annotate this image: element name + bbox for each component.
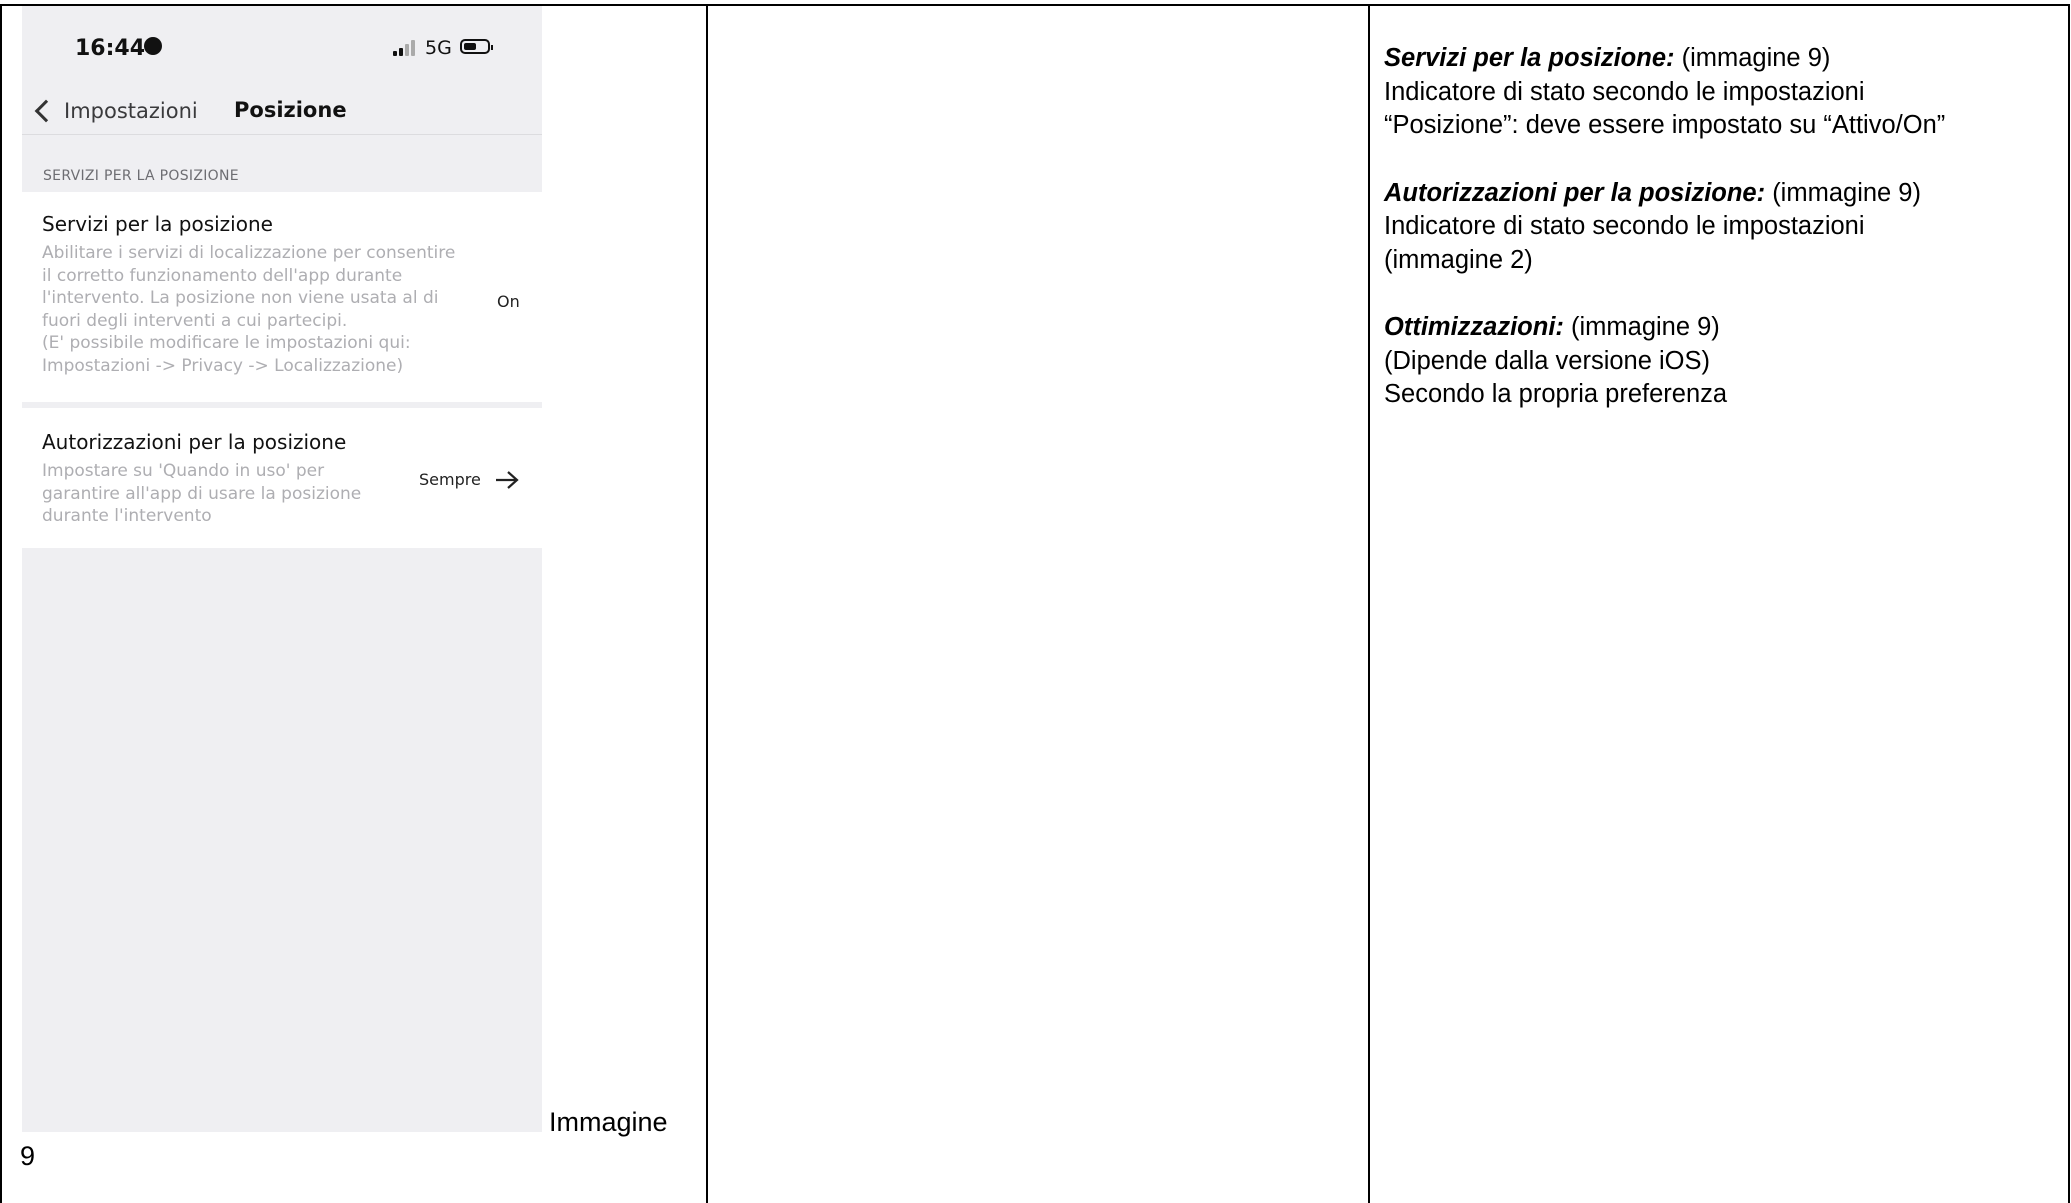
- status-time: 16:44: [75, 36, 146, 61]
- note-line: Indicatore di stato secondo le impostazi…: [1384, 212, 1865, 240]
- section-header: SERVIZI PER LA POSIZIONE: [43, 168, 239, 184]
- location-permissions-value: Sempre: [419, 470, 481, 489]
- location-permissions-description: Impostare su 'Quando in uso' per garanti…: [42, 461, 362, 526]
- note-line: (immagine 2): [1384, 245, 1533, 274]
- note-heading: Ottimizzazioni:: [1384, 313, 1564, 341]
- chevron-left-icon: [34, 99, 58, 123]
- back-button[interactable]: Impostazioni: [30, 96, 198, 126]
- arrow-right-icon: [496, 471, 519, 489]
- note-line: Secondo la propria preferenza: [1384, 380, 1728, 408]
- note-location-services: Servizi per la posizione: (immagine 9) I…: [1384, 42, 2054, 143]
- table-right-border: [2068, 4, 2070, 1203]
- table-column-divider-1: [706, 4, 708, 1203]
- note-optimizations: Ottimizzazioni: (immagine 9) (Dipende da…: [1384, 311, 2054, 412]
- image-caption-number: 9: [20, 1141, 36, 1171]
- note-reference: (immagine 9): [1563, 313, 1720, 341]
- phone-screenshot: 16:44 5G Impostazioni Posizione SERVIZI …: [22, 6, 542, 1132]
- location-services-title: Servizi per la posizione: [42, 212, 273, 236]
- location-services-value: On: [497, 292, 520, 311]
- battery-icon: [460, 39, 493, 54]
- location-indicator-icon: [144, 37, 162, 55]
- nav-divider: [22, 134, 542, 135]
- location-permissions-row[interactable]: Autorizzazioni per la posizione Impostar…: [22, 408, 542, 548]
- location-services-description: Abilitare i servizi di localizzazione pe…: [42, 243, 456, 376]
- note-line: “Posizione”: deve essere impostato su “A…: [1384, 111, 1946, 139]
- note-location-permissions: Autorizzazioni per la posizione: (immagi…: [1384, 177, 2054, 278]
- note-reference: (immagine 9): [1765, 178, 1921, 207]
- location-services-row[interactable]: Servizi per la posizione Abilitare i ser…: [22, 192, 542, 402]
- back-button-label: Impostazioni: [64, 99, 198, 123]
- table-left-border: [0, 4, 2, 1203]
- note-heading: Autorizzazioni per la posizione:: [1384, 178, 1766, 207]
- network-type: 5G: [425, 37, 452, 59]
- page-title: Posizione: [234, 98, 347, 122]
- note-line: (Dipende dalla versione iOS): [1384, 346, 1710, 375]
- image-caption-label: Immagine: [549, 1107, 668, 1137]
- status-bar: 16:44 5G: [22, 6, 542, 96]
- table-column-divider-2: [1368, 4, 1370, 1203]
- location-permissions-title: Autorizzazioni per la posizione: [42, 430, 347, 454]
- notes-column: Servizi per la posizione: (immagine 9) I…: [1384, 42, 2054, 446]
- note-reference: (immagine 9): [1674, 44, 1831, 72]
- signal-strength-icon: [393, 40, 421, 56]
- note-line: Indicatore di stato secondo le impostazi…: [1384, 77, 1865, 106]
- note-heading: Servizi per la posizione:: [1384, 44, 1675, 72]
